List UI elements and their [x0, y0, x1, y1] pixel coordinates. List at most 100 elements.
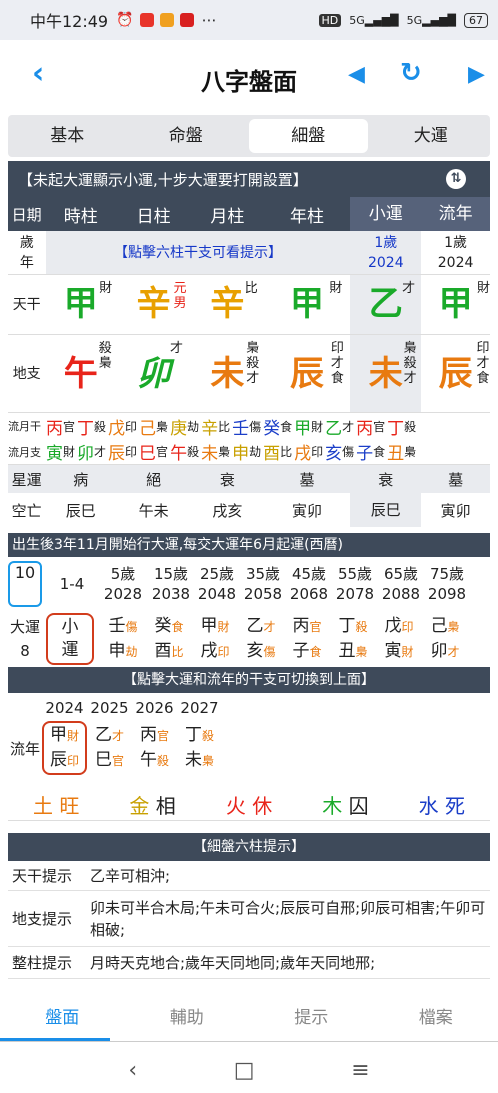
dayun-age-cell[interactable]: 25歲 2048: [194, 564, 240, 604]
status-time: 中午12:49: [30, 12, 109, 31]
year-stem[interactable]: 甲財: [264, 275, 351, 334]
dayun-age-cell[interactable]: 5歲 2028: [98, 564, 148, 604]
nav-dangan[interactable]: 檔案: [374, 1003, 498, 1028]
switch-note: 【點擊大運和流年的干支可切換到上面】: [8, 667, 490, 693]
wuxing-cell: 水 死: [418, 794, 465, 818]
stem-label: 天干: [12, 297, 41, 313]
hour-branch[interactable]: 午殺梟: [45, 335, 116, 412]
liuyue-char: 酉: [263, 444, 281, 464]
liuyue-god: 官: [156, 445, 169, 459]
nav-panmian[interactable]: 盤面: [0, 1003, 125, 1028]
tab-basic[interactable]: 基本: [8, 119, 127, 153]
wuxing-cell: 金 相: [129, 794, 176, 818]
dayun-pillar-row: 大運 8 小運 壬傷 申劫 癸食 酉比 甲財 戌印 乙才 亥傷 丙官 子食 丁殺 丑梟 戊印 寅財 己梟 卯才: [8, 611, 490, 667]
battery-icon: 67: [464, 12, 488, 28]
dayun-age-cell[interactable]: 1-4: [46, 574, 98, 594]
liuyue-god: 財: [311, 419, 324, 434]
liunian-year: 2027: [180, 699, 219, 717]
liuyue-char: 子: [356, 444, 374, 464]
liuyue-god: 殺: [187, 445, 200, 459]
dayun-pillar[interactable]: 戊印 寅財: [376, 614, 422, 664]
branch-row: 地支 午殺梟 卯才 未梟殺才 辰印才食 未梟殺才 辰印才食: [8, 335, 490, 413]
day-branch[interactable]: 卯才: [116, 335, 191, 412]
liunian-years: 2024 2025 2026 2027: [8, 699, 490, 717]
liuyue-god: 傷: [342, 445, 355, 459]
dayun-pillar[interactable]: 己梟 卯才: [422, 614, 468, 664]
liunian-pillar[interactable]: 乙才 巳官: [87, 723, 132, 773]
kongwang-label: 空亡: [11, 501, 42, 520]
dayun-age-cell[interactable]: 35歲 2058: [240, 564, 286, 604]
year-branch[interactable]: 辰印才食: [264, 335, 351, 412]
active-tab-indicator: [0, 1038, 110, 1041]
xingyun-row: 星運 病 絕 衰 墓 衰 墓: [8, 465, 490, 493]
system-menu-icon[interactable]: ≡: [351, 1058, 369, 1083]
xiaoyun-branch[interactable]: 未梟殺才: [350, 335, 422, 412]
system-back-icon[interactable]: ‹: [128, 1058, 137, 1083]
dayun-pillar[interactable]: 丁殺 丑梟: [330, 614, 376, 664]
xingyun-value: 病: [73, 470, 89, 489]
kongwang-value: 寅卯: [292, 501, 323, 520]
tip-value: 卯未可半合木局;午未可合火;辰辰可自邢;卯辰可相害;午卯可相破;: [90, 898, 486, 939]
xiaoyun-button[interactable]: 小運: [46, 613, 94, 665]
month-branch[interactable]: 未梟殺才: [191, 335, 264, 412]
liuyue-char: 寅: [46, 444, 63, 464]
day-stem[interactable]: 辛元男: [116, 275, 191, 334]
next-icon[interactable]: ▶: [468, 62, 485, 87]
liuyue-char: 午: [170, 444, 188, 464]
tip-key: 整柱提示: [12, 954, 73, 972]
dayun-pillar[interactable]: 癸食 酉比: [146, 614, 192, 664]
kongwang-value: 戌亥: [212, 501, 243, 520]
month-stem[interactable]: 辛比: [191, 275, 264, 334]
dayun-age-cell[interactable]: 45歲 2068: [286, 564, 332, 604]
dayun-pillar[interactable]: 乙才 亥傷: [238, 614, 284, 664]
liunian-pillar[interactable]: 甲財 辰印: [42, 721, 87, 775]
xingyun-value: 衰: [219, 470, 235, 489]
dayun-count-selector[interactable]: 10: [8, 561, 42, 607]
previous-icon[interactable]: ◀: [348, 62, 365, 87]
liuyue-god: 比: [280, 445, 293, 459]
refresh-icon[interactable]: ↻: [400, 58, 422, 88]
branch-label: 地支: [12, 366, 41, 382]
liunian-pillar[interactable]: 丙官 午殺: [132, 723, 177, 773]
liuyue-stem-label: 流月干: [8, 420, 41, 433]
liuyue-god: 才: [342, 419, 355, 434]
col-xiaoyun: 小運: [350, 197, 422, 231]
hour-stem[interactable]: 甲財: [45, 275, 116, 334]
tip-row-pillar: 整柱提示 月時天克地合;歲年天同地同;歲年天同地邢;: [8, 947, 490, 979]
dayun-age-cell[interactable]: 75歲 2098: [424, 564, 470, 604]
pillar-hint[interactable]: 【點擊六柱干支可看提示】: [45, 231, 351, 274]
liunian-year: 2026: [135, 699, 174, 717]
dayun-pillar[interactable]: 壬傷 申劫: [100, 614, 146, 664]
kongwang-value: 辰巳: [65, 501, 96, 520]
nav-tishi[interactable]: 提示: [249, 1003, 374, 1028]
age-row: 歲年 【點擊六柱干支可看提示】 1歲 2024 1歲 2024: [8, 231, 490, 275]
swap-icon[interactable]: ⇅: [446, 169, 466, 189]
xiaoyun-stem[interactable]: 乙才: [350, 275, 422, 334]
liunian-stem[interactable]: 甲財: [421, 275, 490, 334]
col-hour: 時柱: [63, 206, 98, 227]
liuyue-char: 壬: [232, 418, 250, 439]
tab-mingpan[interactable]: 命盤: [127, 119, 246, 153]
col-day: 日柱: [136, 206, 171, 227]
system-home-icon[interactable]: □: [234, 1058, 255, 1083]
dayun-age-cell[interactable]: 15歲 2038: [148, 564, 194, 604]
liuyue-char: 戌: [294, 444, 312, 464]
dayun-pillar[interactable]: 丙官 子食: [284, 614, 330, 664]
tab-dayun[interactable]: 大運: [372, 119, 491, 153]
dayun-pillar[interactable]: 甲財 戌印: [192, 614, 238, 664]
tab-xipan[interactable]: 細盤: [249, 119, 368, 153]
col-liunian: 流年: [421, 197, 491, 231]
app-bar: ‹ 八字盤面 ◀ ↻ ▶: [0, 40, 498, 115]
xingyun-label: 星運: [11, 470, 42, 489]
liuyue-god: 傷: [249, 419, 262, 434]
liuyue-god: 劫: [249, 445, 262, 459]
liuyue-char: 己: [139, 418, 157, 439]
dayun-age-cell[interactable]: 65歲 2088: [378, 564, 424, 604]
liunian-branch[interactable]: 辰印才食: [421, 335, 490, 412]
liunian-pillar[interactable]: 丁殺 未梟: [177, 723, 222, 773]
liuyue-branch-label: 流月支: [8, 445, 41, 459]
dayun-age-cell[interactable]: 55歲 2078: [332, 564, 378, 604]
dayun-label-cell: 大運 8: [9, 618, 40, 660]
nav-fuzhu[interactable]: 輔助: [125, 1003, 250, 1028]
liuyue-god: 官: [63, 419, 76, 434]
